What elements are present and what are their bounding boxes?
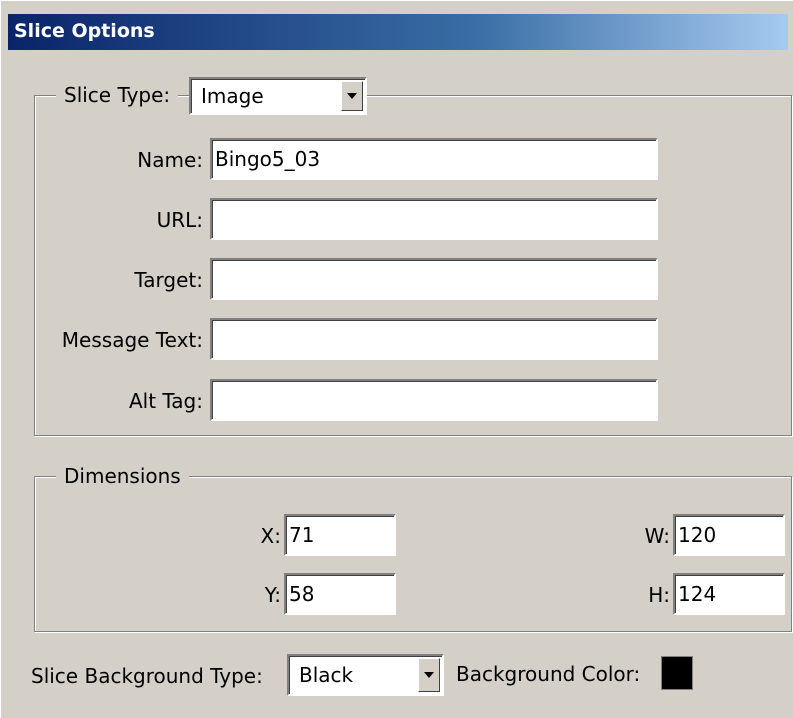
background-type-value: Black: [299, 663, 354, 687]
title-bar[interactable]: Slice Options: [8, 14, 788, 50]
name-field[interactable]: [210, 138, 658, 180]
slice-type-dropdown-button[interactable]: [341, 81, 363, 111]
slice-type-label: Slice Type:: [56, 83, 179, 107]
background-type-select[interactable]: Black: [287, 654, 444, 696]
y-field[interactable]: [284, 573, 396, 615]
window-title: Slice Options: [14, 20, 155, 42]
h-label: H:: [648, 583, 670, 607]
h-field[interactable]: [673, 573, 785, 615]
target-label: Target:: [134, 268, 203, 292]
chevron-down-icon: [347, 93, 357, 99]
w-label: W:: [644, 524, 670, 548]
slice-type-value: Image: [201, 84, 264, 108]
background-type-label: Slice Background Type:: [31, 664, 263, 688]
alt-tag-label: Alt Tag:: [128, 389, 203, 413]
dimensions-label: Dimensions: [56, 464, 189, 488]
message-text-label: Message Text:: [61, 328, 203, 352]
target-field[interactable]: [210, 258, 658, 300]
alt-tag-field[interactable]: [210, 379, 658, 421]
w-field[interactable]: [673, 514, 785, 556]
background-color-label: Background Color:: [456, 662, 641, 686]
name-label: Name:: [137, 148, 203, 172]
background-type-dropdown-button[interactable]: [418, 658, 440, 692]
x-field[interactable]: [284, 514, 396, 556]
message-text-field[interactable]: [210, 318, 658, 360]
background-color-swatch[interactable]: [661, 656, 693, 690]
url-label: URL:: [156, 208, 203, 232]
slice-type-select[interactable]: Image: [189, 77, 367, 115]
url-field[interactable]: [210, 198, 658, 240]
x-label: X:: [260, 524, 281, 548]
y-label: Y:: [264, 583, 281, 607]
chevron-down-icon: [424, 672, 434, 678]
